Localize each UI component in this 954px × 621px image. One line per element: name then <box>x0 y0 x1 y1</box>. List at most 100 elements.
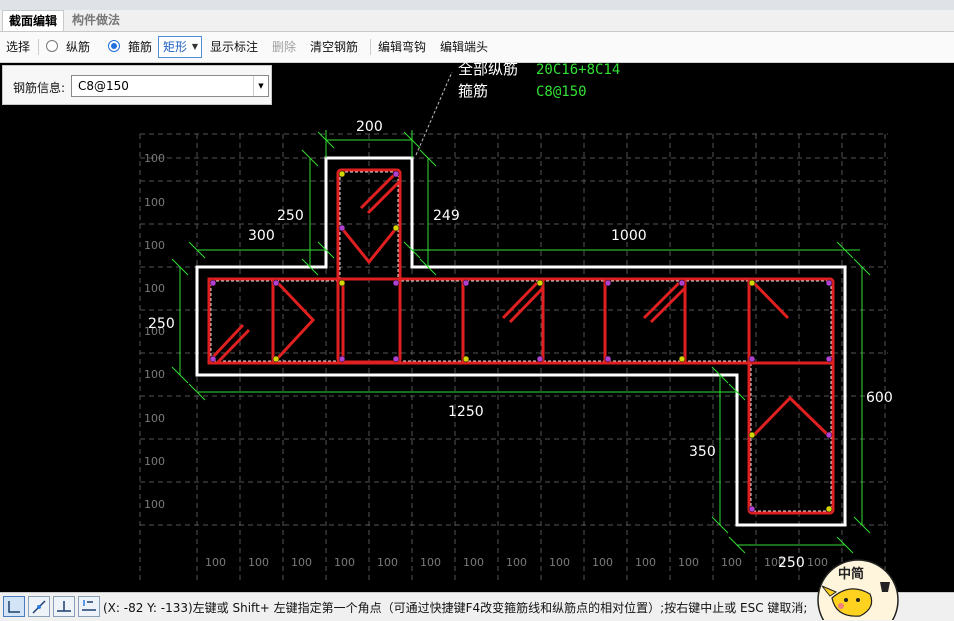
rebar-point <box>825 279 833 287</box>
tab-bar: 截面编辑 构件做法 <box>0 10 954 32</box>
rebar-point <box>392 279 400 287</box>
dim-right-width: 1000 <box>611 228 647 244</box>
rebar-info-value: C8@150 <box>78 79 129 93</box>
dim-top-width: 200 <box>356 119 383 135</box>
grid-label: 100 <box>506 556 527 569</box>
shape-value: 矩形 <box>163 40 188 54</box>
dimension-texts: 200 250 249 300 1000 250 1250 350 600 25… <box>148 119 893 571</box>
grid-label: 100 <box>549 556 570 569</box>
rebar-point <box>392 355 400 363</box>
rebar-point <box>272 355 280 363</box>
grid-label: 100 <box>144 412 165 425</box>
rebar-point <box>748 505 756 513</box>
grid-label: 100 <box>463 556 484 569</box>
longitudinal-label[interactable]: 纵筋 <box>66 39 90 55</box>
stirrup-radio[interactable] <box>108 40 120 52</box>
rebar-point <box>338 355 346 363</box>
longitudinal-radio[interactable] <box>46 40 58 52</box>
legend-stirrup-value: C8@150 <box>536 84 587 100</box>
delete-button[interactable]: 删除 <box>272 39 296 55</box>
dim-leg-width: 250 <box>778 555 805 571</box>
stirrup-flange <box>207 277 835 365</box>
offset-icon[interactable] <box>78 596 100 617</box>
rebar-point <box>604 355 612 363</box>
dim-flange-height: 250 <box>148 316 175 332</box>
stirrup-small-3 <box>461 277 545 365</box>
rebar-point <box>748 431 756 439</box>
rebar-point <box>272 279 280 287</box>
dim-right-depth: 249 <box>433 208 460 224</box>
grid-label: 100 <box>144 498 165 511</box>
chevron-down-icon[interactable]: ▼ <box>253 76 268 96</box>
shape-dropdown[interactable]: 矩形 ▼ <box>158 36 202 58</box>
grid-label: 100 <box>144 368 165 381</box>
status-text: (X: -82 Y: -133)左键或 Shift+ 左键指定第一个角点（可通过… <box>103 601 808 615</box>
dim-left-width: 300 <box>248 228 275 244</box>
grid-label: 100 <box>205 556 226 569</box>
rebar-point <box>209 279 217 287</box>
grid-label: 100 <box>377 556 398 569</box>
toolbar: 选择 纵筋 箍筋 矩形 ▼ 显示标注 删除 清空钢筋 编辑弯钩 编辑端头 <box>0 32 954 63</box>
toolbar-separator <box>370 39 371 55</box>
rebar-point <box>825 355 833 363</box>
edit-end-button[interactable]: 编辑端头 <box>440 39 488 55</box>
rebar-point <box>392 224 400 232</box>
dimension-lines <box>171 130 871 554</box>
rebar-point <box>604 279 612 287</box>
rebar-point <box>338 224 346 232</box>
legend-all-long-label: 全部纵筋 <box>458 62 518 78</box>
stirrup-label[interactable]: 箍筋 <box>128 39 152 55</box>
tab-section-edit[interactable]: 截面编辑 <box>2 10 65 31</box>
drawing-canvas[interactable]: 100 100 100 100 100 100 100 100 100 100 100 100 100 1… <box>0 62 954 592</box>
rebar-point <box>338 170 346 178</box>
rebar-point <box>748 355 756 363</box>
grid-label: 100 <box>420 556 441 569</box>
tab-component-method[interactable]: 构件做法 <box>66 10 126 31</box>
rebar-info-label: 钢筋信息: <box>13 81 66 95</box>
grid-label: 100 <box>334 556 355 569</box>
mascot-badge: 中简 <box>838 566 864 582</box>
grid-label: 100 <box>291 556 312 569</box>
rebar-point <box>825 431 833 439</box>
rebar-point <box>462 355 470 363</box>
grid <box>139 133 888 582</box>
grid-label: 100 <box>144 196 165 209</box>
dim-total-width: 1250 <box>448 404 484 420</box>
grid-label: 100 <box>248 556 269 569</box>
rebar-point <box>678 279 686 287</box>
rebar-point <box>536 355 544 363</box>
legend-leader-line <box>415 71 453 156</box>
rebar-point <box>462 279 470 287</box>
edit-hook-button[interactable]: 编辑弯钩 <box>378 39 426 55</box>
show-dims-button[interactable]: 显示标注 <box>210 39 258 55</box>
rebar-point <box>678 355 686 363</box>
rebar-point <box>209 355 217 363</box>
snap-mode-icon[interactable] <box>28 596 50 617</box>
rebar-point <box>748 279 756 287</box>
legend-stirrup-label: 箍筋 <box>458 82 488 100</box>
grid-label: 100 <box>144 455 165 468</box>
mascot-logo: 中简 <box>817 559 899 620</box>
grid-label: 100 <box>144 239 165 252</box>
dim-total-height: 600 <box>866 390 893 406</box>
dim-left-depth: 250 <box>277 208 304 224</box>
rebar-point <box>825 505 833 513</box>
chevron-down-icon: ▼ <box>191 42 198 51</box>
dim-leg-height: 350 <box>689 444 716 460</box>
grid-label: 100 <box>721 556 742 569</box>
rebar-point <box>536 279 544 287</box>
grid-label: 100 <box>144 152 165 165</box>
legend-all-long-value: 20C16+8C14 <box>536 62 620 78</box>
ortho-mode-icon[interactable] <box>3 596 25 617</box>
toolbar-separator <box>38 39 39 55</box>
rebar-point <box>338 279 346 287</box>
grid-label: 100 <box>635 556 656 569</box>
rebar-point <box>392 170 400 178</box>
rebar-info-select[interactable]: C8@150 ▼ <box>71 75 269 97</box>
perpendicular-icon[interactable] <box>53 596 75 617</box>
grid-label: 100 <box>592 556 613 569</box>
stirrup-small-4 <box>603 277 687 365</box>
clear-rebar-button[interactable]: 清空钢筋 <box>310 39 358 55</box>
rebar-info-panel: 钢筋信息: C8@150 ▼ <box>2 65 272 105</box>
select-button[interactable]: 选择 <box>6 39 30 55</box>
